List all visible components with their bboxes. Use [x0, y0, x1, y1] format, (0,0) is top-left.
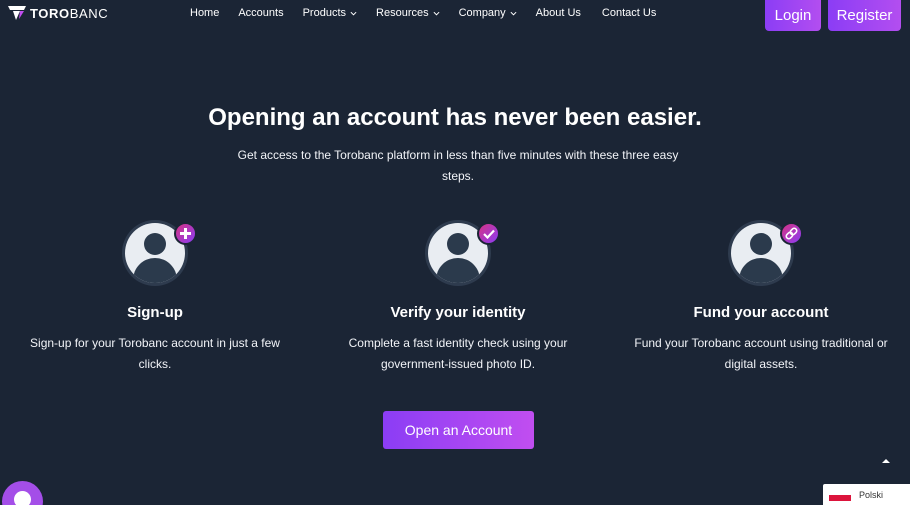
main-nav: Home Accounts Products Resources Company…	[190, 5, 656, 21]
language-selector[interactable]: Polski	[823, 484, 910, 505]
link-icon	[780, 222, 803, 245]
nav-company[interactable]: Company	[459, 7, 517, 19]
step-fund-account: Fund your account Fund your Torobanc acc…	[611, 220, 910, 375]
step-signup: Sign-up Sign-up for your Torobanc accoun…	[5, 220, 305, 375]
register-button[interactable]: Register	[828, 0, 901, 31]
chat-widget-button[interactable]	[2, 481, 43, 505]
step-verify-identity: Verify your identity Complete a fast ide…	[308, 220, 608, 375]
step-description: Complete a fast identity check using you…	[348, 336, 568, 371]
step-title: Sign-up	[127, 304, 183, 321]
chevron-down-icon	[510, 11, 517, 16]
nav-contact-us[interactable]: Contact Us	[602, 7, 656, 19]
page-subtitle: Get access to the Torobanc platform in l…	[237, 148, 679, 183]
scroll-to-top-icon[interactable]	[880, 456, 892, 466]
chevron-down-icon	[350, 11, 357, 16]
step-title: Verify your identity	[390, 304, 526, 321]
nav-products[interactable]: Products	[303, 7, 357, 19]
nav-accounts[interactable]: Accounts	[238, 7, 283, 19]
nav-home[interactable]: Home	[190, 7, 219, 19]
step-description: Sign-up for your Torobanc account in jus…	[30, 336, 280, 371]
plus-icon	[174, 222, 197, 245]
logo-wordmark: TOROBANC	[30, 5, 109, 21]
user-avatar-icon	[425, 220, 500, 286]
poland-flag-icon	[829, 488, 851, 501]
open-account-button[interactable]: Open an Account	[383, 411, 534, 449]
login-button[interactable]: Login	[765, 0, 821, 31]
chat-icon	[14, 491, 31, 505]
chevron-down-icon	[433, 11, 440, 16]
step-title: Fund your account	[693, 304, 829, 321]
torobanc-logo[interactable]: TOROBANC	[8, 4, 108, 22]
site-header: TOROBANC Home Accounts Products Resource…	[0, 0, 910, 32]
check-icon	[477, 222, 500, 245]
nav-resources[interactable]: Resources	[376, 7, 440, 19]
user-avatar-icon	[122, 220, 197, 286]
page-title: Opening an account has never been easier…	[208, 104, 702, 131]
step-description: Fund your Torobanc account using traditi…	[634, 336, 888, 371]
nav-about-us[interactable]: About Us	[536, 7, 581, 19]
language-label: Polski	[859, 489, 884, 500]
user-avatar-icon	[728, 220, 803, 286]
logo-mark-icon	[8, 6, 26, 20]
